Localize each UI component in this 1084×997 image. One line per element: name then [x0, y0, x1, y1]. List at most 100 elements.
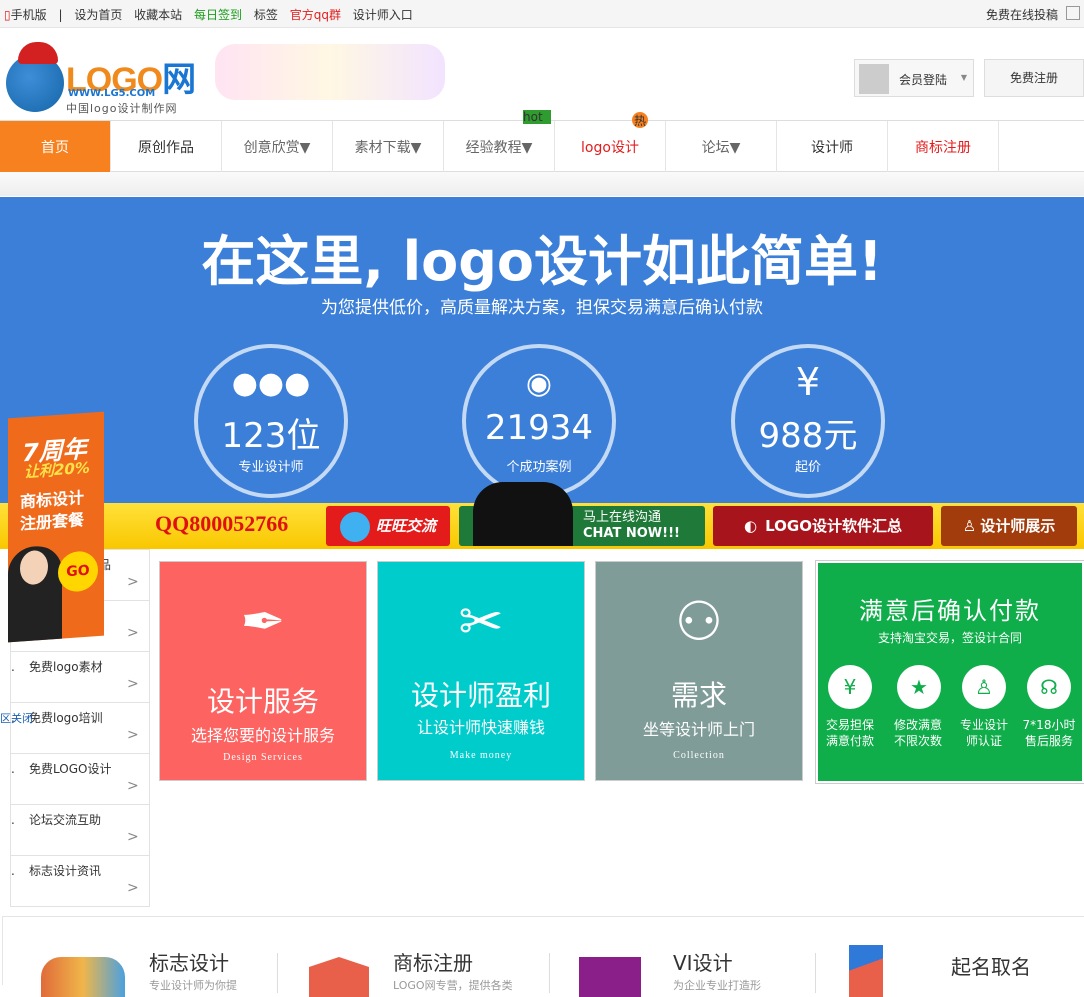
stat-value: 123位	[221, 416, 321, 456]
bullet-icon: .	[11, 762, 15, 776]
divider: |	[58, 8, 63, 22]
chevron-right-icon: >	[127, 778, 139, 794]
user-verify-icon: ♙	[962, 665, 1006, 709]
chevron-right-icon: >	[127, 574, 139, 590]
set-home-link[interactable]: 设为首页	[74, 8, 122, 22]
feature-line2: 满意付款	[825, 734, 874, 748]
wangwang-button[interactable]: 旺旺交流	[326, 506, 450, 546]
close-promo-link[interactable]: 区关闭	[0, 710, 33, 726]
users-icon: ●●●	[231, 366, 311, 401]
list-item-label: 标志设计资讯	[29, 864, 102, 878]
stat-label: 起价	[794, 460, 821, 475]
nav-trademark[interactable]: 商标注册	[888, 121, 999, 173]
software-label: LOGO设计软件汇总	[765, 517, 902, 535]
bullet-icon: .	[11, 660, 15, 674]
card-title: 设计服务	[206, 685, 319, 718]
list-item-label: 论坛交流互助	[29, 813, 102, 827]
card-title: 需求	[670, 679, 727, 712]
bullet-icon: .	[11, 864, 15, 878]
bullet-icon: .	[11, 813, 15, 827]
designer-profit-card[interactable]: ✂ 设计师盈利 让设计师快速赚钱 Make money	[377, 561, 585, 781]
feature-line1: 交易担保	[825, 718, 874, 732]
logo-design-icon	[41, 957, 125, 997]
yen-shield-icon: ¥	[828, 665, 872, 709]
go-button[interactable]: GO	[58, 550, 98, 593]
headset-icon: ☊	[1027, 665, 1071, 709]
bookmark-link[interactable]: 收藏本站	[134, 8, 182, 22]
software-button[interactable]: ◐ LOGO设计软件汇总	[713, 506, 933, 546]
list-item[interactable]: . 免费LOGO设计 >	[11, 754, 149, 805]
service-title[interactable]: VI设计	[673, 947, 733, 976]
nav-forum[interactable]: 论坛▼	[666, 121, 777, 173]
feature-line1: 专业设计	[959, 718, 1008, 732]
promo-banner[interactable]: 7周年 让利20% 商标设计 注册套餐 GO	[8, 411, 104, 643]
pen-nib-icon: ✒	[240, 590, 286, 653]
star-badge-icon: ★	[897, 665, 941, 709]
free-post-link[interactable]: 免费在线投稿	[986, 6, 1058, 23]
service-desc: 为企业专业打造形	[673, 979, 761, 992]
list-item[interactable]: . 论坛交流互助 >	[11, 805, 149, 856]
tags-link[interactable]: 标签	[254, 8, 278, 22]
nav-original-works[interactable]: 原创作品	[111, 121, 222, 173]
logo-suffix: 网	[162, 61, 196, 99]
service-title[interactable]: 起名取名	[951, 951, 1031, 980]
trademark-icon	[309, 957, 369, 997]
top-links: ▯手机版 | 设为首页 收藏本站 每日签到 标签 官方qq群 设计师入口	[4, 6, 421, 23]
mobile-link[interactable]: ▯手机版	[4, 8, 47, 22]
logo-url: WWW.LG5.COM	[68, 88, 156, 99]
stat-value: 988元	[758, 416, 858, 456]
nav-tutorials[interactable]: 经验教程▼	[444, 121, 555, 173]
member-login-dropdown[interactable]: 会员登陆 ▼	[854, 59, 974, 97]
service-title[interactable]: 标志设计	[149, 947, 229, 976]
chevron-right-icon: >	[127, 625, 139, 641]
divider	[277, 953, 278, 993]
free-register-button[interactable]: 免费注册	[984, 59, 1084, 97]
member-login-label: 会员登陆	[899, 73, 948, 87]
qq-group-link[interactable]: 官方qq群	[290, 8, 341, 22]
guarantee-card: 满意后确认付款 支持淘宝交易，签设计合同 ¥ ★ ♙ ☊ 交易担保 满意付款 修改…	[815, 560, 1084, 784]
stat-label: 个成功案例	[506, 460, 572, 475]
designer-entry-link[interactable]: 设计师入口	[353, 8, 413, 22]
nav-home[interactable]: 首页	[0, 121, 111, 173]
services-row: 标志设计 专业设计师为你提 商标注册 LOGO网专营，提供各类 VI设计 为企业…	[2, 916, 1084, 997]
online-chat-button[interactable]: 马上在线沟通 CHAT NOW!!!	[459, 482, 705, 546]
list-item-label: 免费LOGO设计	[29, 762, 112, 776]
nav-creative[interactable]: 创意欣赏▼	[222, 121, 333, 173]
list-item[interactable]: . 免费logo素材 >	[11, 652, 149, 703]
qq-contact[interactable]: QQ800052766	[155, 511, 288, 537]
nav-shadow-band	[0, 172, 1084, 196]
card-en: Collection	[673, 750, 725, 761]
hot-badge-cn: 热	[632, 112, 648, 128]
hero-title: 在这里, logo设计如此简单!	[201, 230, 883, 293]
demand-card[interactable]: ⚇ 需求 坐等设计师上门 Collection	[595, 561, 803, 781]
corner-icon[interactable]	[1066, 6, 1080, 20]
contact-bar: QQ800052766 旺旺交流 马上在线沟通 CHAT NOW!!! ◐ LOG…	[0, 482, 1084, 549]
feature-line1: 7*18小时	[1022, 718, 1076, 732]
service-desc: LOGO网专营，提供各类	[393, 979, 513, 992]
feature-line1: 修改满意	[893, 718, 942, 732]
service-title[interactable]: 商标注册	[393, 947, 473, 976]
close-label: 关闭	[11, 712, 33, 725]
tools-icon: ✂	[458, 590, 504, 653]
promo-package: 商标设计 注册套餐	[20, 487, 84, 535]
nav-materials[interactable]: 素材下载▼	[333, 121, 444, 173]
feature-line2: 售后服务	[1024, 734, 1073, 748]
chevron-right-icon: >	[127, 727, 139, 743]
chevron-right-icon: >	[127, 676, 139, 692]
hero-subtitle: 为您提供低价，高质量解决方案，担保交易满意后确认付款	[321, 298, 763, 318]
card-en: Make money	[449, 750, 513, 761]
list-item[interactable]: . 标志设计资讯 >	[11, 856, 149, 907]
designer-show-button[interactable]: ♙ 设计师展示	[941, 506, 1077, 546]
mobile-label: 手机版	[10, 8, 47, 22]
nav-logo-design[interactable]: logo设计	[555, 121, 666, 173]
promo-line3: 商标设计	[20, 488, 85, 512]
design-service-card[interactable]: ✒ 设计服务 选择您要的设计服务 Design Services	[159, 561, 367, 781]
nav-designers[interactable]: 设计师	[777, 121, 888, 173]
software-icon: ◐	[744, 517, 758, 535]
card-title: 设计师盈利	[410, 679, 551, 712]
card-subtitle: 让设计师快速赚钱	[416, 718, 545, 737]
feature-line2: 不限次数	[893, 734, 942, 748]
wangwang-icon	[339, 511, 370, 542]
daily-sign-link[interactable]: 每日签到	[194, 8, 242, 22]
yen-icon: ¥	[795, 360, 821, 404]
